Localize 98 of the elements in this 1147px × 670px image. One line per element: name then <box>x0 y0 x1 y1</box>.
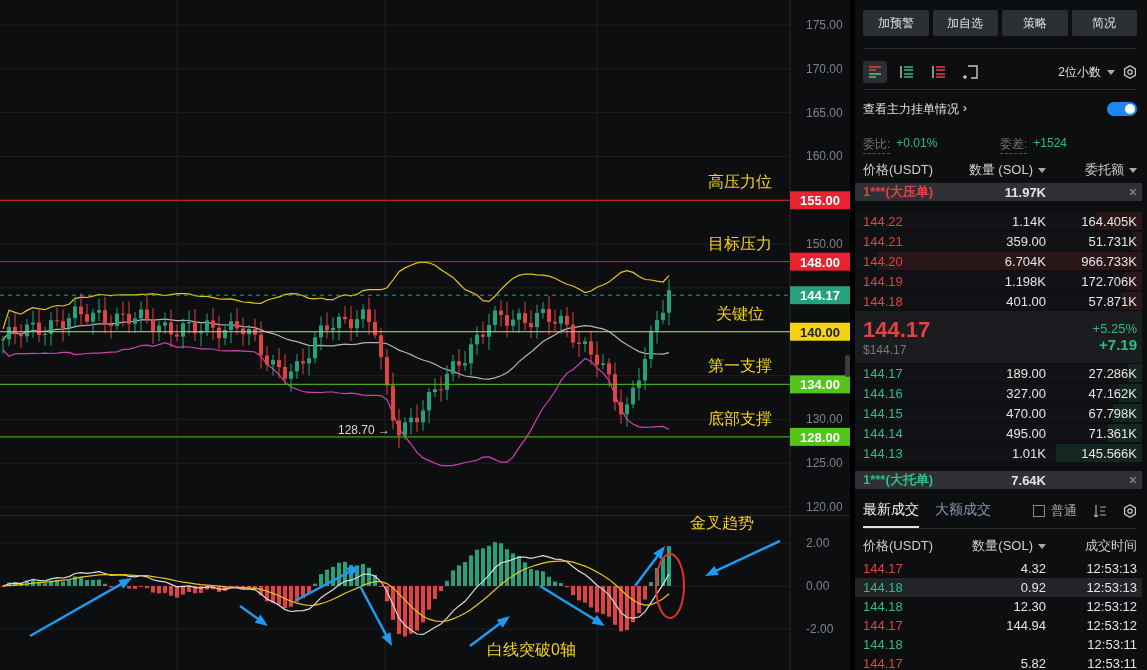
axis-label: 170.00 <box>806 61 843 76</box>
change-value: +7.19 <box>1098 336 1137 353</box>
quantity-cell: 4.32 <box>1020 561 1046 576</box>
price-tag: 144.17 <box>790 286 850 305</box>
quantity-cell: 327.00 <box>1006 385 1046 401</box>
time-cell: 12:53:12 <box>1086 618 1137 633</box>
action-button[interactable]: 策略 <box>1002 10 1068 36</box>
price-tag: 134.00 <box>790 375 850 394</box>
column-header[interactable]: 数量 (SOL) <box>968 161 1046 179</box>
stat-value: +0.01% <box>896 136 938 152</box>
large-order-label: 1***(大压单) <box>863 183 935 201</box>
level-label: 底部支撑 <box>708 409 772 427</box>
time-cell: 12:53:13 <box>1086 561 1137 576</box>
time-cell: 12:53:11 <box>1087 656 1137 670</box>
quantity-cell: 189.00 <box>1006 365 1046 381</box>
price-cell-text: 144.18 <box>863 293 904 309</box>
annotation-text: 白线突破0轴 <box>487 641 576 658</box>
filter-checkbox[interactable]: 普通 <box>1033 502 1077 520</box>
quantity-cell: 1.14K <box>1012 213 1046 229</box>
price-cell-text: 144.18 <box>863 580 904 595</box>
large-order-label: 1***(大托单) <box>863 471 935 489</box>
last-price: 144.17 <box>863 317 931 343</box>
close-button[interactable]: × <box>1128 472 1137 488</box>
chevron-icon[interactable]: › <box>963 100 967 118</box>
price-cell-text: 144.18 <box>863 637 904 652</box>
quantity-cell: 12.30 <box>1013 599 1046 614</box>
quantity-cell: 1.198K <box>1004 273 1046 289</box>
total-cell: 27.286K <box>1088 365 1137 381</box>
price-cell-text: 144.16 <box>863 385 904 401</box>
price-cell-text: 144.13 <box>863 445 904 461</box>
low-price-marker: 128.70 → <box>338 423 391 437</box>
change-percent: +5.25% <box>1092 321 1137 336</box>
main-orders-link[interactable]: 查看主力挂单情况 <box>863 100 959 118</box>
price-cell-text: 144.17 <box>863 561 904 576</box>
level-label: 目标压力 <box>708 234 772 252</box>
total-cell: 67.798K <box>1088 405 1137 421</box>
quantity-cell: 144.94 <box>1006 618 1046 633</box>
price-cell-text: 144.19 <box>863 273 904 289</box>
axis-label: 130.00 <box>806 412 843 427</box>
axis-label: 2.00 <box>806 536 830 550</box>
axis-label: 165.00 <box>806 105 843 120</box>
column-header: 价格(USDT) <box>863 161 934 179</box>
column-header[interactable]: 委托额 <box>1085 161 1137 179</box>
time-cell: 12:53:12 <box>1086 599 1137 614</box>
price-cell-text: 144.15 <box>863 405 904 421</box>
precision-dropdown[interactable]: 2位小数 <box>1058 63 1115 81</box>
axis-label: 120.00 <box>806 500 843 514</box>
level-label: 第一支撑 <box>708 357 772 375</box>
quantity-cell: 359.00 <box>1006 233 1046 249</box>
column-header[interactable]: 数量(SOL) <box>972 537 1046 555</box>
quantity-cell: 401.00 <box>1006 293 1046 309</box>
time-cell: 12:53:11 <box>1087 637 1137 652</box>
axis-label: -2.00 <box>806 622 834 636</box>
total-cell: 172.706K <box>1081 273 1137 289</box>
large-order-amount: 11.97K <box>1004 184 1046 200</box>
total-cell: 57.871K <box>1088 293 1137 309</box>
time-cell: 12:53:13 <box>1086 580 1137 595</box>
total-cell: 966.733K <box>1081 253 1137 269</box>
price-cell-text: 144.18 <box>863 599 904 614</box>
price-cell-text: 144.22 <box>863 213 904 229</box>
total-cell: 71.361K <box>1088 425 1137 441</box>
action-button[interactable]: 简况 <box>1071 10 1137 36</box>
price-cell-text: 144.17 <box>863 365 904 381</box>
price-cell-text: 144.17 <box>863 618 904 633</box>
large-order-amount: 7.64K <box>1011 472 1046 488</box>
price-cell-text: 144.20 <box>863 253 904 269</box>
axis-label: 150.00 <box>806 237 843 252</box>
total-cell: 164.405K <box>1081 213 1137 229</box>
usd-price: $144.17 <box>863 343 908 357</box>
price-tag: 155.00 <box>790 191 850 210</box>
axis-label: 125.00 <box>806 456 843 471</box>
action-button[interactable]: 加自选 <box>932 10 998 36</box>
price-cell-text: 144.14 <box>863 425 904 441</box>
price-cell-text: 144.21 <box>863 233 904 249</box>
level-label: 高压力位 <box>708 173 772 191</box>
quantity-cell: 495.00 <box>1006 425 1046 441</box>
tab[interactable]: 大额成交 <box>935 494 991 528</box>
total-cell: 47.162K <box>1088 385 1137 401</box>
tab[interactable]: 最新成交 <box>863 494 919 528</box>
axis-label: 0.00 <box>806 579 830 593</box>
axis-label: 160.00 <box>806 149 843 164</box>
total-cell: 51.731K <box>1088 233 1137 249</box>
quantity-cell: 5.82 <box>1020 656 1046 670</box>
stat-label: 委比: <box>863 136 891 154</box>
quantity-cell: 470.00 <box>1006 405 1046 421</box>
quantity-cell: 0.92 <box>1020 580 1046 595</box>
quantity-cell: 1.01K <box>1012 445 1046 461</box>
stat-label: 委差: <box>1000 136 1028 154</box>
stat-value: +1524 <box>1033 136 1068 152</box>
axis-label: 175.00 <box>806 18 843 32</box>
column-header: 成交时间 <box>1085 537 1137 555</box>
action-button[interactable]: 加预警 <box>863 10 929 36</box>
price-cell-text: 144.17 <box>863 656 904 670</box>
level-label: 关键位 <box>716 304 764 322</box>
total-cell: 145.566K <box>1081 445 1137 461</box>
quantity-cell: 6.704K <box>1004 253 1046 269</box>
close-button[interactable]: × <box>1128 184 1137 200</box>
column-header: 价格(USDT) <box>863 537 934 555</box>
